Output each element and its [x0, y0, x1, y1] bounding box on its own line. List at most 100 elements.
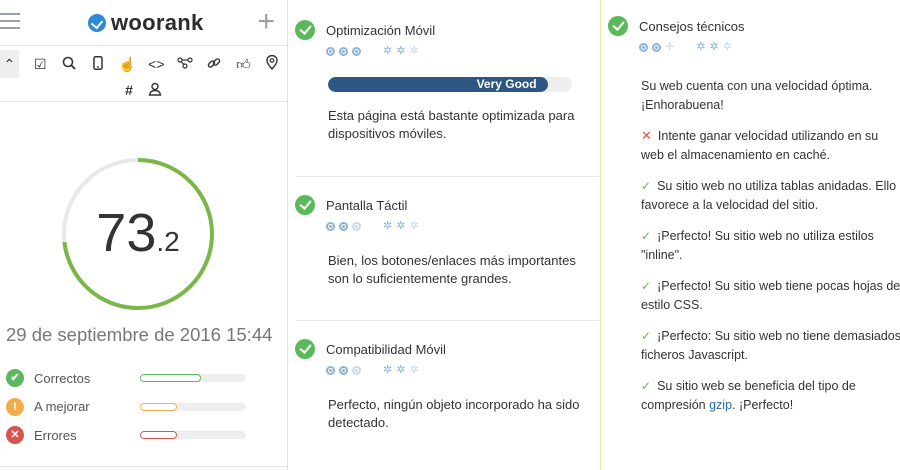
- hamburger-icon[interactable]: [0, 13, 20, 31]
- checkbox-icon[interactable]: ☑: [26, 56, 55, 73]
- check-circle-icon: [295, 195, 315, 215]
- dot-icon: [652, 43, 661, 52]
- check-icon: ✓: [641, 379, 652, 393]
- tip-item: ✓ ¡Perfecto! Su sitio web no utiliza esti…: [641, 227, 900, 264]
- stat-row-correct[interactable]: ✔ Correctos: [6, 364, 251, 393]
- section-text: Bien, los botones/enlaces más importante…: [328, 253, 576, 286]
- gzip-link[interactable]: gzip: [709, 398, 732, 412]
- score-integer: 73: [96, 203, 157, 263]
- tip-intro: Su web cuenta con una velocidad óptima. …: [641, 79, 873, 112]
- check-icon: ✓: [641, 279, 652, 293]
- tip-item: ✕ Intente ganar velocidad utilizando en s…: [641, 127, 900, 164]
- sidebar-panel: woorank + ⌃ ☑ ☝ <> 👍︎ # 73.2 29 de septi…: [0, 0, 287, 470]
- user-icon[interactable]: [148, 82, 162, 99]
- rating-indicators: ✲ ✲ ✲: [326, 365, 600, 376]
- rating-indicators: ✲ ✲ ✲: [326, 221, 600, 232]
- tip-text: ¡Perfecto! Su sitio web tiene pocas hoja…: [641, 279, 900, 312]
- section-title[interactable]: Optimización Móvil: [326, 23, 435, 38]
- stat-bar: [140, 402, 246, 411]
- gear-icon: ✲: [722, 41, 732, 53]
- network-icon[interactable]: [171, 56, 200, 72]
- dot-icon: [326, 47, 335, 56]
- section-title[interactable]: Compatibilidad Móvil: [326, 342, 446, 357]
- check-circle-icon: ✔: [6, 369, 24, 388]
- score-value: 73.2: [58, 202, 218, 264]
- location-pin-icon[interactable]: [258, 54, 287, 73]
- tip-item: ✓ Su sitio web no utiliza tablas anidadas…: [641, 177, 900, 214]
- stat-bar-fill: [140, 374, 202, 383]
- top-bar: woorank +: [0, 0, 287, 46]
- gear-icon: ✲: [396, 45, 406, 57]
- crosshair-icon: ✛: [665, 41, 675, 53]
- check-icon: ✓: [641, 229, 652, 243]
- check-circle-icon: [295, 20, 315, 40]
- section-title[interactable]: Pantalla Táctil: [326, 198, 407, 213]
- gear-icon: ✲: [709, 41, 719, 53]
- dot-icon: [639, 43, 648, 52]
- plus-icon[interactable]: +: [257, 4, 275, 40]
- technical-tips-panel: Consejos técnicos ✛ ✲ ✲ ✲ Su web cuenta co…: [601, 0, 900, 470]
- section-mobile-compatibility: Compatibilidad Móvil ✲ ✲ ✲ Perfecto, ningú…: [288, 339, 600, 432]
- gear-icon: ✲: [383, 45, 393, 57]
- check-circle-icon: [295, 339, 315, 359]
- brand-logo[interactable]: woorank: [88, 10, 204, 36]
- tip-text: ¡Perfecto: Su sitio web no tiene demasia…: [641, 329, 900, 362]
- stat-bar: [140, 374, 246, 383]
- gear-icon: ✲: [409, 220, 419, 232]
- mobile-panel: Optimización Móvil ✲ ✲ ✲ Very Good Esta pá…: [288, 0, 600, 470]
- stat-label: Errores: [34, 427, 77, 443]
- check-circle-icon: [608, 16, 628, 36]
- dot-icon: [339, 47, 348, 56]
- dot-icon: [326, 366, 335, 375]
- divider: [0, 466, 287, 467]
- chevron-up-icon[interactable]: ⌃: [0, 50, 19, 78]
- section-touch-screen: Pantalla Táctil ✲ ✲ ✲ Bien, los botones/en…: [288, 195, 600, 288]
- dot-icon: [339, 222, 348, 231]
- dot-icon: [352, 222, 361, 231]
- search-icon[interactable]: [55, 56, 84, 73]
- mobile-icon[interactable]: [84, 55, 113, 73]
- stat-label: Correctos: [34, 370, 91, 386]
- score-gauge: 73.2: [58, 154, 218, 314]
- section-mobile-optimization: Optimización Móvil ✲ ✲ ✲ Very Good Esta pá…: [288, 20, 600, 143]
- divider: [296, 176, 600, 177]
- tip-text: ¡Perfecto! Su sitio web no utiliza estil…: [641, 229, 874, 262]
- analysis-date: 29 de septiembre de 2016 15:44: [6, 324, 273, 345]
- gear-icon: ✲: [383, 364, 393, 376]
- warning-circle-icon: !: [6, 397, 24, 416]
- stat-row-improve[interactable]: ! A mejorar: [6, 393, 251, 422]
- gear-icon: ✲: [396, 220, 406, 232]
- tips-list: Su web cuenta con una velocidad óptima. …: [641, 77, 900, 427]
- dot-icon: [352, 366, 361, 375]
- check-icon: ✓: [641, 179, 652, 193]
- divider: [296, 320, 600, 321]
- tip-text: Intente ganar velocidad utilizando en su…: [641, 129, 879, 162]
- link-icon[interactable]: [200, 56, 229, 73]
- tip-text-end: . ¡Perfecto!: [732, 397, 794, 412]
- section-technical-tips: Consejos técnicos ✛ ✲ ✲ ✲: [601, 16, 900, 53]
- gear-icon: ✲: [383, 220, 393, 232]
- rating-indicators: ✲ ✲ ✲: [326, 46, 600, 57]
- section-title[interactable]: Consejos técnicos: [639, 19, 745, 34]
- tip-item: ✓ ¡Perfecto! Su sitio web tiene pocas hoj…: [641, 277, 900, 314]
- stat-label: A mejorar: [34, 399, 90, 415]
- gear-icon: ✲: [409, 364, 419, 376]
- progress-bar: Very Good: [328, 77, 572, 92]
- gear-icon: ✲: [409, 45, 419, 57]
- category-toolbar: ⌃ ☑ ☝ <> 👍︎ #: [0, 46, 287, 102]
- thumbs-up-icon[interactable]: 👍︎: [229, 56, 258, 73]
- logo-text: woorank: [111, 10, 204, 35]
- section-text: Esta página está bastante optimizada par…: [328, 108, 575, 141]
- stat-bar-fill: [140, 402, 178, 411]
- error-circle-icon: ✕: [6, 426, 24, 445]
- gear-icon: ✲: [396, 364, 406, 376]
- hand-pointer-icon[interactable]: ☝: [113, 56, 142, 73]
- tip-item: ✓ ¡Perfecto: Su sitio web no tiene demasi…: [641, 327, 900, 364]
- code-icon[interactable]: <>: [142, 56, 171, 72]
- hashtag-icon[interactable]: #: [125, 82, 133, 98]
- rating-indicators: ✛ ✲ ✲ ✲: [639, 42, 900, 53]
- stat-bar-fill: [140, 431, 178, 440]
- stat-row-errors[interactable]: ✕ Errores: [6, 421, 251, 450]
- dot-icon: [326, 222, 335, 231]
- progress-label: Very Good: [476, 77, 537, 91]
